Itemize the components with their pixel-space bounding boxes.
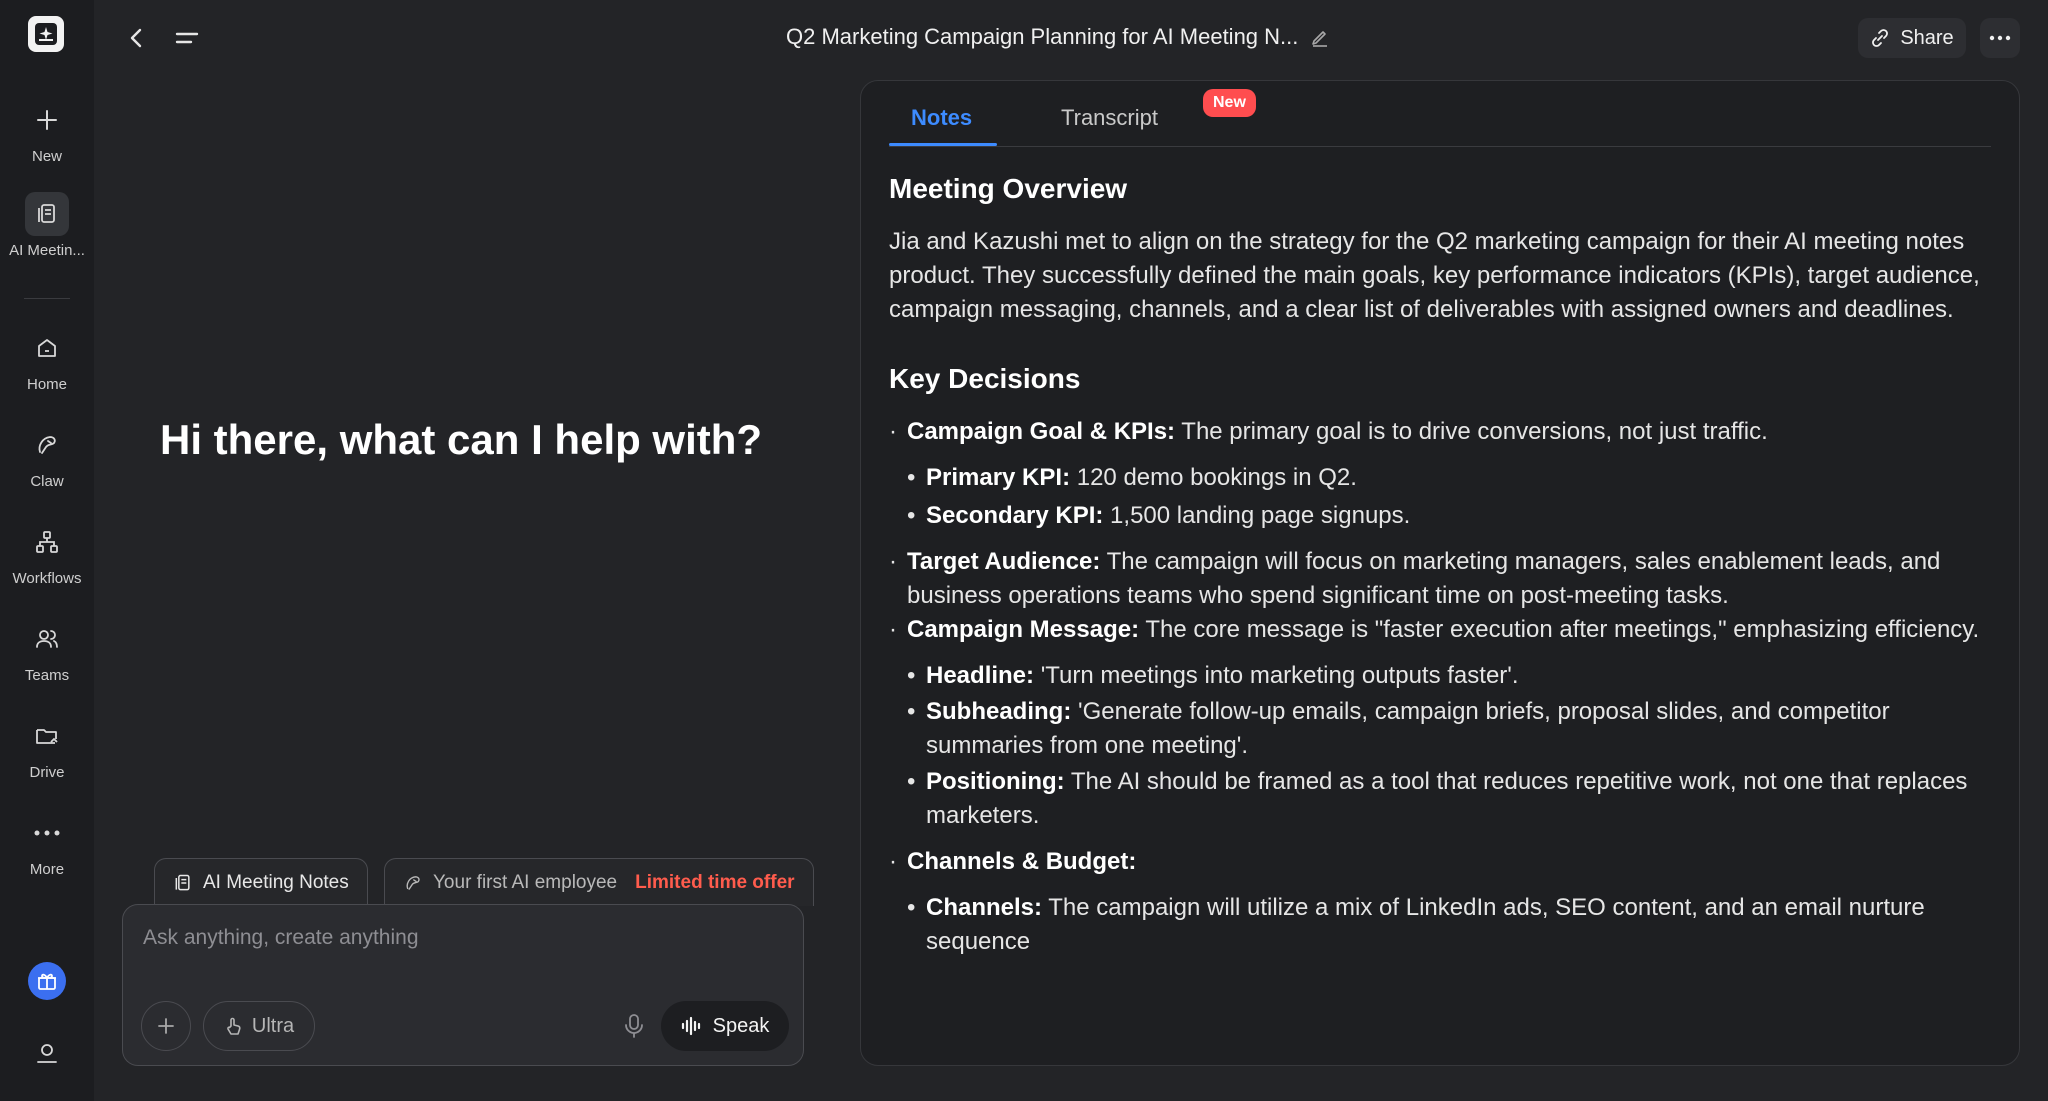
back-button[interactable] bbox=[120, 22, 152, 54]
list-item: Headline: 'Turn meetings into marketing … bbox=[889, 659, 1999, 693]
waveform-icon bbox=[681, 1016, 700, 1036]
claw-icon bbox=[25, 423, 69, 467]
avatar[interactable] bbox=[28, 962, 66, 1000]
speak-button[interactable]: Speak bbox=[661, 1001, 789, 1051]
sidebar-item-more[interactable]: More bbox=[0, 811, 94, 878]
overview-heading: Meeting Overview bbox=[889, 173, 1128, 204]
drive-icon bbox=[25, 714, 69, 758]
share-button[interactable]: Share bbox=[1858, 18, 1966, 58]
document-title-text: Q2 Marketing Campaign Planning for AI Me… bbox=[786, 24, 1299, 49]
pencil-icon bbox=[1312, 31, 1328, 47]
user-profile-icon[interactable] bbox=[32, 1038, 62, 1068]
list-item: Positioning: The AI should be framed as … bbox=[889, 765, 1999, 833]
sidebar-item-label: New bbox=[31, 148, 62, 165]
notes-panel: Notes Transcript New Meeting Overview Ji… bbox=[860, 80, 2020, 1066]
meeting-notes-icon bbox=[25, 192, 69, 236]
meeting-notes-icon bbox=[175, 874, 190, 890]
ai-meeting-notes-chip[interactable]: AI Meeting Notes bbox=[154, 858, 368, 906]
chevron-left-icon bbox=[130, 28, 142, 48]
sidebar-item-label: Claw bbox=[30, 473, 64, 490]
edit-title-button[interactable] bbox=[1310, 27, 1330, 47]
list-item: Secondary KPI: 1,500 landing page signup… bbox=[889, 499, 1999, 533]
ultra-label: Ultra bbox=[251, 1014, 295, 1037]
list-item: Channels & Budget: bbox=[889, 845, 1999, 879]
sidebar-item-home[interactable]: Home bbox=[0, 326, 94, 393]
more-dots-icon bbox=[1989, 35, 2011, 41]
hand-pointer-icon bbox=[226, 1017, 241, 1035]
ai-employee-chip[interactable]: Your first AI employee Limited time offe… bbox=[384, 858, 814, 906]
tab-notes[interactable]: Notes bbox=[911, 105, 972, 131]
attach-button[interactable] bbox=[141, 1001, 191, 1051]
plus-icon bbox=[158, 1018, 174, 1034]
sidebar-item-label: AI Meetin... bbox=[9, 242, 85, 259]
notes-content: Meeting Overview Jia and Kazushi met to … bbox=[889, 173, 1999, 959]
speak-label: Speak bbox=[712, 1014, 770, 1037]
sidebar-item-workflows[interactable]: Workflows bbox=[0, 520, 94, 587]
tab-transcript[interactable]: Transcript bbox=[1061, 105, 1158, 131]
microphone-icon bbox=[625, 1014, 643, 1038]
overview-text: Jia and Kazushi met to align on the stra… bbox=[889, 228, 1980, 323]
key-decisions-heading: Key Decisions bbox=[889, 363, 1081, 394]
list-item: Primary KPI: 120 demo bookings in Q2. bbox=[889, 461, 1999, 495]
sidebar-item-claw[interactable]: Claw bbox=[0, 423, 94, 490]
sidebar: New AI Meetin... Home Claw Workflows Tea… bbox=[0, 0, 94, 1101]
app-logo-icon bbox=[35, 23, 57, 45]
chat-composer: Ultra Speak bbox=[122, 904, 804, 1066]
chip-label: AI Meeting Notes bbox=[203, 871, 349, 893]
list-item: Campaign Goal & KPIs: The primary goal i… bbox=[889, 415, 1999, 449]
greeting-heading: Hi there, what can I help with? bbox=[160, 416, 763, 463]
sidebar-item-label: More bbox=[29, 861, 65, 878]
sidebar-item-label: Drive bbox=[29, 764, 65, 781]
sidebar-item-new[interactable]: New bbox=[0, 98, 94, 165]
sidebar-item-label: Workflows bbox=[12, 570, 82, 587]
sidebar-item-teams[interactable]: Teams bbox=[0, 617, 94, 684]
list-item: Channels: The campaign will utilize a mi… bbox=[889, 891, 1999, 959]
sidebar-item-label: Home bbox=[26, 376, 67, 393]
sidebar-item-label: Teams bbox=[24, 667, 70, 684]
list-item: Target Audience: The campaign will focus… bbox=[889, 545, 1999, 613]
plus-icon bbox=[25, 98, 69, 142]
workflow-icon bbox=[25, 520, 69, 564]
limited-offer-label: Limited time offer bbox=[635, 871, 795, 893]
active-tab-indicator bbox=[889, 143, 997, 146]
sidebar-item-ai-meeting-notes[interactable]: AI Meetin... bbox=[0, 192, 94, 259]
more-dots-icon bbox=[25, 811, 69, 855]
toggle-sidebar-button[interactable] bbox=[170, 22, 204, 54]
sidebar-divider bbox=[24, 298, 70, 299]
teams-icon bbox=[25, 617, 69, 661]
claw-icon bbox=[406, 875, 420, 890]
chat-input[interactable] bbox=[143, 923, 763, 953]
sidebar-item-drive[interactable]: Drive bbox=[0, 714, 94, 781]
link-icon bbox=[1872, 29, 1889, 47]
more-options-button[interactable] bbox=[1980, 18, 2020, 58]
panel-tabs: Notes Transcript New bbox=[889, 81, 1991, 147]
chip-label: Your first AI employee bbox=[433, 871, 618, 893]
app-logo[interactable] bbox=[28, 16, 64, 52]
home-icon bbox=[25, 326, 69, 370]
menu-icon bbox=[175, 32, 199, 44]
microphone-button[interactable] bbox=[617, 1009, 651, 1043]
new-badge: New bbox=[1203, 89, 1256, 117]
document-title: Q2 Marketing Campaign Planning for AI Me… bbox=[786, 24, 1330, 50]
ultra-mode-button[interactable]: Ultra bbox=[203, 1001, 315, 1051]
list-item: Campaign Message: The core message is "f… bbox=[889, 613, 1999, 647]
list-item: Subheading: 'Generate follow-up emails, … bbox=[889, 695, 1999, 763]
gift-icon bbox=[38, 973, 56, 990]
share-label: Share bbox=[1900, 26, 1954, 49]
